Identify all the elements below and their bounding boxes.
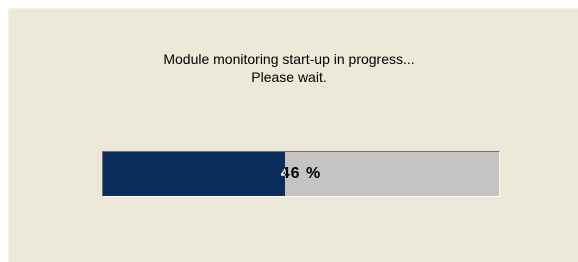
status-message-line2: Please wait.	[251, 69, 327, 85]
progress-bar: 46 % 46 %	[102, 151, 500, 197]
progress-label-on-fill: 46 %	[103, 152, 285, 196]
status-message-line1: Module monitoring start-up in progress..…	[163, 51, 415, 67]
progress-fill-clip: 46 %	[103, 152, 286, 196]
dialog-panel	[8, 8, 578, 262]
status-message: Module monitoring start-up in progress..…	[0, 50, 578, 86]
